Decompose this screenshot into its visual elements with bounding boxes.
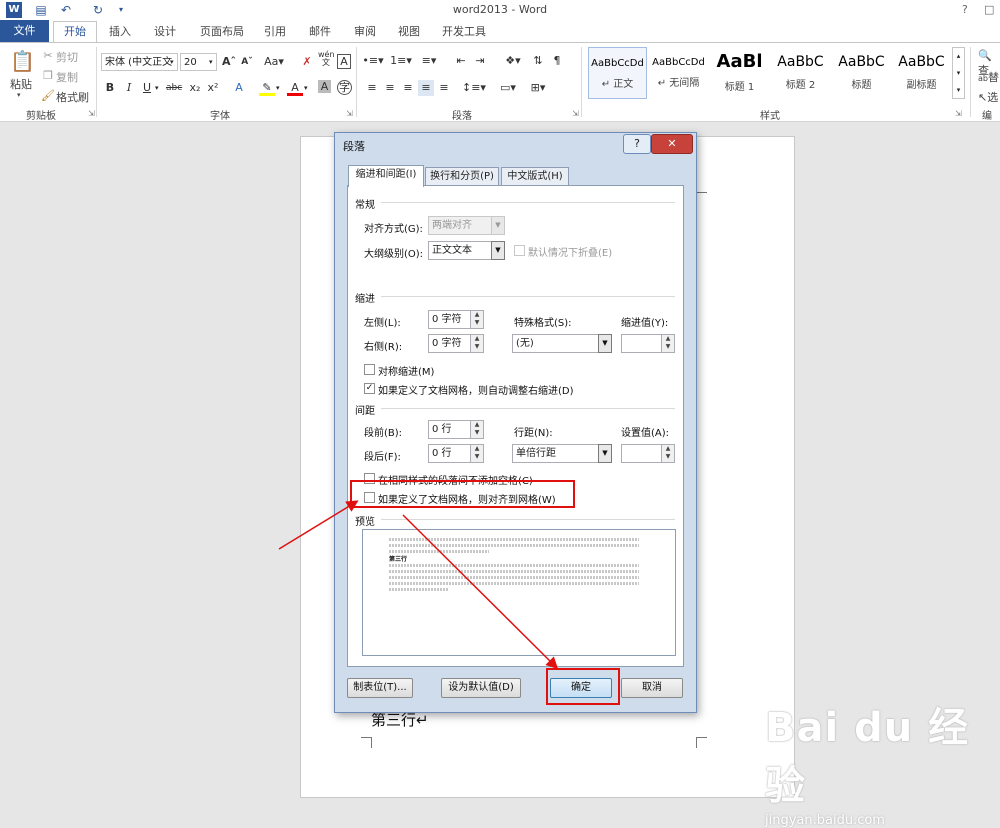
- baidu-watermark: Bai du 经验 jingyan.baidu.com: [765, 695, 995, 828]
- arrow-to-ok: [402, 514, 559, 670]
- tab-indents-spacing[interactable]: 缩进和间距(I): [348, 165, 424, 187]
- arrow-to-snap-grid: [278, 500, 359, 550]
- watermark-brand: Bai du 经验: [765, 705, 970, 809]
- annotation-arrows: [278, 500, 559, 670]
- watermark-url: jingyan.baidu.com: [765, 813, 885, 828]
